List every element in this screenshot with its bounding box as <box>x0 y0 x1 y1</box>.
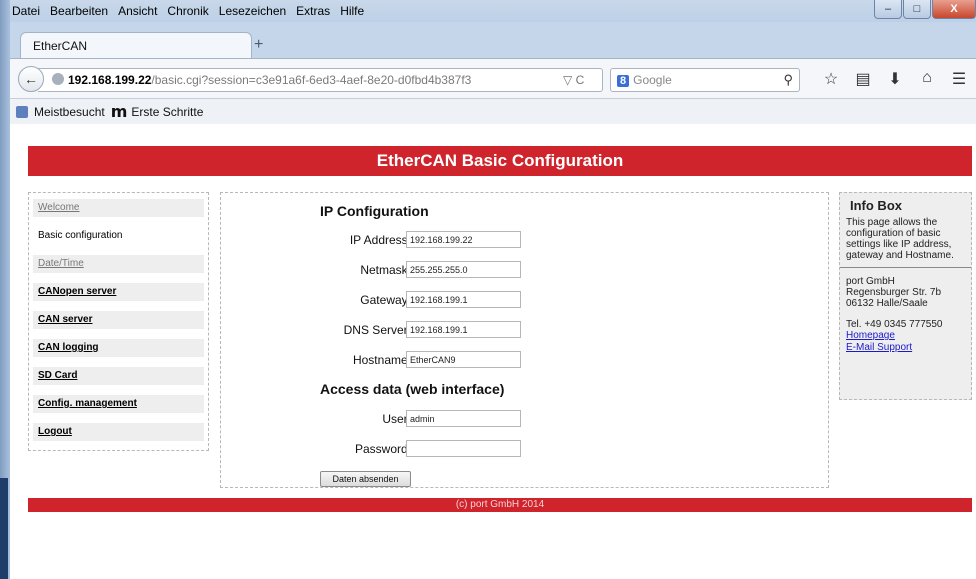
password-label: Password: <box>354 442 411 456</box>
info-box-divider <box>840 267 971 268</box>
email-support-link[interactable]: E-Mail Support <box>846 342 965 354</box>
bookmark-erste-schritte[interactable]: Erste Schritte <box>131 105 203 119</box>
url-path: /basic.cgi?session=c3e91a6f-6ed3-4aef-8e… <box>151 73 472 87</box>
tab-ethercan[interactable]: EtherCAN <box>20 32 252 59</box>
sidebar-item-welcome[interactable]: Welcome <box>33 199 204 217</box>
ip-address-field[interactable]: 192.168.199.22 <box>406 231 521 248</box>
menu-bearbeiten[interactable]: Bearbeiten <box>50 4 108 18</box>
url-host: 192.168.199.22 <box>68 73 152 87</box>
sidebar-item-can-server[interactable]: CAN server <box>33 311 204 329</box>
navigation-toolbar: 192.168.199.22/basic.cgi?session=c3e91a6… <box>10 58 976 98</box>
bookmarks-bar: Meistbesucht m Erste Schritte <box>10 98 976 124</box>
menu-ansicht[interactable]: Ansicht <box>118 4 157 18</box>
sidebar: Welcome Basic configuration Date/Time CA… <box>28 192 209 451</box>
globe-icon <box>52 73 64 85</box>
search-placeholder: Google <box>633 73 672 87</box>
access-data-heading: Access data (web interface) <box>320 381 505 397</box>
info-box-title: Info Box <box>850 198 902 213</box>
bookmark-folder-icon <box>16 105 28 118</box>
company-name: port GmbH <box>846 276 895 287</box>
window-border <box>0 0 10 579</box>
netmask-row: Netmask: 255.255.255.0 <box>221 261 830 279</box>
ip-configuration-heading: IP Configuration <box>320 203 429 219</box>
bookmark-meistbesucht[interactable]: Meistbesucht <box>34 105 105 119</box>
sidebar-item-date-time[interactable]: Date/Time <box>33 255 204 273</box>
bookmark-star-icon[interactable]: ☆ <box>815 69 847 89</box>
toolbar-icons: ☆ ▤ ⬇ ⌂ ☰ <box>815 69 975 89</box>
browser-chrome: Datei Bearbeiten Ansicht Chronik Lesezei… <box>10 0 976 137</box>
ip-address-label: IP Address: <box>349 233 411 247</box>
sidebar-item-logout[interactable]: Logout <box>33 423 204 441</box>
company-street: Regensburger Str. 7b <box>846 287 942 298</box>
user-row: User: admin <box>221 410 830 428</box>
back-arrow-icon: ← <box>24 71 38 87</box>
sidebar-item-basic-configuration: Basic configuration <box>33 227 204 245</box>
config-form: IP Configuration IP Address: 192.168.199… <box>220 192 829 488</box>
sidebar-item-can-logging[interactable]: CAN logging <box>33 339 204 357</box>
page-title: EtherCAN Basic Configuration <box>28 146 972 176</box>
url-bar[interactable]: 192.168.199.22/basic.cgi?session=c3e91a6… <box>38 68 603 92</box>
minimize-button[interactable]: – <box>874 0 902 19</box>
submit-button[interactable]: Daten absenden <box>320 471 411 487</box>
taskbar-edge <box>0 478 8 579</box>
company-phone: Tel. +49 0345 777550 <box>846 319 943 330</box>
search-input[interactable]: 8 Google ⚲ <box>610 68 800 92</box>
back-button[interactable]: ← <box>18 66 44 92</box>
page-content: EtherCAN Basic Configuration Welcome Bas… <box>10 124 976 579</box>
maximize-button[interactable]: □ <box>903 0 931 19</box>
reading-list-icon[interactable]: ▤ <box>847 69 879 89</box>
user-field[interactable]: admin <box>406 410 521 427</box>
m-logo-icon: m <box>110 102 128 121</box>
gateway-field[interactable]: 192.168.199.1 <box>406 291 521 308</box>
netmask-field[interactable]: 255.255.255.0 <box>406 261 521 278</box>
password-row: Password: <box>221 440 830 458</box>
reload-icon[interactable]: ▽ C <box>563 73 584 87</box>
menu-extras[interactable]: Extras <box>296 4 330 18</box>
company-city: 06132 Halle/Saale <box>846 298 928 309</box>
dns-server-field[interactable]: 192.168.199.1 <box>406 321 521 338</box>
info-box-text: This page allows the configuration of ba… <box>846 217 954 261</box>
hostname-row: Hostname: EtherCAN9 <box>221 351 830 369</box>
gateway-row: Gateway: 192.168.199.1 <box>221 291 830 309</box>
sidebar-item-sd-card[interactable]: SD Card <box>33 367 204 385</box>
download-icon[interactable]: ⬇ <box>879 69 911 89</box>
menu-lesezeichen[interactable]: Lesezeichen <box>219 4 286 18</box>
menu-chronik[interactable]: Chronik <box>167 4 208 18</box>
info-box: Info Box This page allows the configurat… <box>839 192 972 400</box>
hostname-label: Hostname: <box>352 353 411 367</box>
hostname-field[interactable]: EtherCAN9 <box>406 351 521 368</box>
new-tab-button[interactable]: + <box>254 36 263 54</box>
sidebar-item-canopen-server[interactable]: CANopen server <box>33 283 204 301</box>
dns-server-row: DNS Server: 192.168.199.1 <box>221 321 830 339</box>
search-engine-icon: 8 <box>617 75 630 87</box>
page-footer: (c) port GmbH 2014 <box>28 498 972 512</box>
menu-icon[interactable]: ☰ <box>943 69 975 89</box>
home-icon[interactable]: ⌂ <box>911 69 943 89</box>
ip-address-row: IP Address: 192.168.199.22 <box>221 231 830 249</box>
menu-bar: Datei Bearbeiten Ansicht Chronik Lesezei… <box>10 0 976 22</box>
menu-hilfe[interactable]: Hilfe <box>340 4 364 18</box>
homepage-link[interactable]: Homepage <box>846 330 965 342</box>
window-controls: – □ X <box>873 0 976 22</box>
netmask-label: Netmask: <box>360 263 411 277</box>
close-button[interactable]: X <box>932 0 976 19</box>
tab-strip: EtherCAN + <box>10 22 976 59</box>
password-field[interactable] <box>406 440 521 457</box>
search-icon[interactable]: ⚲ <box>783 72 793 88</box>
sidebar-item-config-management[interactable]: Config. management <box>33 395 204 413</box>
gateway-label: Gateway: <box>360 293 411 307</box>
menu-datei[interactable]: Datei <box>12 4 40 18</box>
dns-server-label: DNS Server: <box>343 323 411 337</box>
